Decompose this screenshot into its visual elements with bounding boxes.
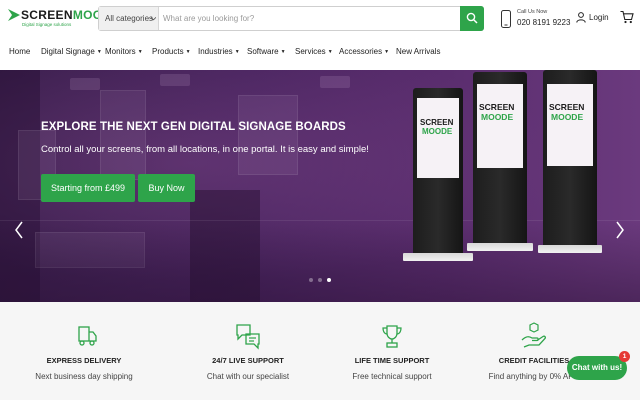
next-slide-arrow-icon[interactable]	[615, 220, 625, 240]
slider-dot[interactable]	[318, 278, 322, 282]
feature-title: LIFE TIME SUPPORT	[354, 356, 430, 365]
logo-tagline: Digital Signage solutions	[22, 22, 72, 27]
kiosk-display: SCREEN MOODE	[473, 72, 527, 248]
search-bar: All categories	[98, 6, 484, 31]
feature-lifetime-support: LIFE TIME SUPPORT Free technical support	[322, 302, 462, 400]
chat-button[interactable]: Chat with us!	[567, 356, 627, 380]
prev-slide-arrow-icon[interactable]	[14, 220, 24, 240]
feature-title: 24/7 LIVE SUPPORT	[212, 356, 284, 365]
kiosk-display: SCREEN MOODE	[413, 88, 463, 258]
nav-item-digital-signage[interactable]: Digital Signage ▼	[41, 47, 102, 56]
login-link[interactable]: Login	[576, 11, 610, 25]
category-select[interactable]: All categories	[99, 7, 159, 30]
chevron-down-icon: ▼	[234, 49, 240, 55]
starting-price-button[interactable]: Starting from £499	[41, 174, 135, 202]
user-icon	[576, 12, 586, 23]
kiosk-screen	[547, 84, 593, 166]
nav-item-software[interactable]: Software ▼	[247, 47, 286, 56]
chevron-down-icon: ▼	[384, 49, 390, 55]
feature-desc: Chat with our specialist	[206, 372, 290, 381]
hero-bg-shape	[320, 76, 350, 88]
kiosk-screen	[477, 84, 523, 168]
kiosk-logo: SCREEN	[479, 102, 515, 112]
search-icon	[466, 12, 478, 24]
category-select-label: All categories	[105, 14, 154, 23]
trophy-icon	[382, 325, 402, 348]
phone-icon	[501, 10, 511, 28]
chevron-down-icon	[151, 16, 156, 21]
chevron-down-icon: ▼	[185, 49, 191, 55]
kiosk-base	[538, 245, 602, 253]
nav-item-monitors[interactable]: Monitors ▼	[105, 47, 143, 56]
kiosk-logo: MOODE	[422, 127, 453, 136]
slider-dot[interactable]	[309, 278, 313, 282]
search-input[interactable]	[163, 7, 459, 30]
site-header: SCREENMOODE Digital Signage solutions Al…	[0, 0, 640, 38]
chevron-down-icon: ▼	[137, 49, 143, 55]
logo-arrow-icon	[8, 9, 20, 21]
hero-bg-shape	[238, 95, 298, 175]
nav-item-home[interactable]: Home	[9, 47, 30, 56]
nav-item-new-arrivals[interactable]: New Arrivals	[396, 47, 440, 56]
hero-bg-shape	[100, 90, 146, 180]
kiosk-logo: MOODE	[551, 112, 584, 122]
feature-express-delivery: EXPRESS DELIVERY Next business day shipp…	[14, 302, 154, 400]
kiosk-display: SCREEN MOODE	[543, 70, 597, 250]
hero-title: EXPLORE THE NEXT GEN DIGITAL SIGNAGE BOA…	[41, 121, 346, 133]
cart-icon[interactable]	[620, 10, 634, 24]
feature-live-support: 24/7 LIVE SUPPORT Chat with our speciali…	[178, 302, 318, 400]
feature-credit-facilities: CREDIT FACILITIES Find anything by 0% AP…	[464, 302, 604, 400]
nav-item-services[interactable]: Services ▼	[295, 47, 333, 56]
features-strip: EXPRESS DELIVERY Next business day shipp…	[0, 302, 640, 400]
hand-box-icon	[521, 322, 546, 348]
kiosk-base	[403, 253, 473, 261]
chevron-down-icon: ▼	[96, 49, 102, 55]
feature-title: EXPRESS DELIVERY	[46, 356, 122, 365]
main-nav: Home Digital Signage ▼ Monitors ▼ Products…	[0, 42, 640, 64]
nav-item-accessories[interactable]: Accessories ▼	[339, 47, 389, 56]
kiosk-logo: SCREEN	[549, 102, 585, 112]
nav-item-industries[interactable]: Industries ▼	[198, 47, 240, 56]
feature-desc: Next business day shipping	[35, 372, 133, 381]
kiosk-base	[467, 243, 533, 251]
hero-bg-shape	[70, 78, 100, 90]
site-logo[interactable]: SCREENMOODE Digital Signage solutions	[8, 8, 119, 30]
kiosk-logo: SCREEN	[420, 118, 454, 127]
buy-now-button[interactable]: Buy Now	[138, 174, 195, 202]
login-label: Login	[589, 13, 609, 22]
hero-bg-shape	[160, 74, 190, 86]
slider-dot-active[interactable]	[327, 278, 331, 282]
hero-subtitle: Control all your screens, from all locat…	[41, 144, 369, 155]
feature-desc: Free technical support	[352, 372, 432, 381]
truck-icon	[78, 326, 97, 346]
kiosk-screen	[417, 98, 459, 178]
kiosk-logo: MOODE	[481, 112, 514, 122]
chevron-down-icon: ▼	[280, 49, 286, 55]
chevron-down-icon: ▼	[327, 49, 333, 55]
chat-bubbles-icon	[236, 324, 260, 350]
nav-item-products[interactable]: Products ▼	[152, 47, 191, 56]
call-label: Call Us Now	[517, 9, 548, 15]
search-button[interactable]	[460, 6, 484, 31]
call-us[interactable]: Call Us Now 020 8191 9223	[500, 7, 570, 31]
call-number[interactable]: 020 8191 9223	[517, 18, 570, 27]
chat-notification-badge: 1	[619, 351, 630, 362]
